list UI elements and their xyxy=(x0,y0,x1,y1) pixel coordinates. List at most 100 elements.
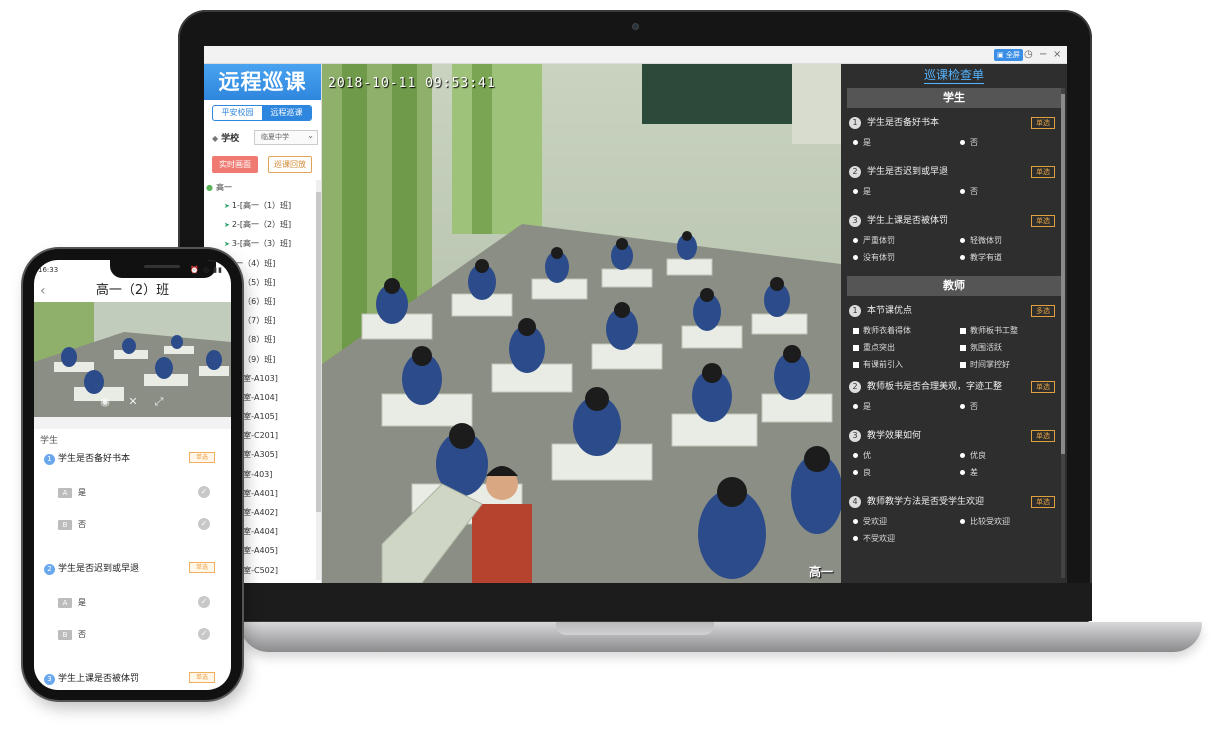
phone-divider xyxy=(34,417,231,429)
radio-icon[interactable] xyxy=(853,255,858,260)
option-radio[interactable]: 教学有道 xyxy=(960,249,1067,266)
option-checkbox[interactable]: 教师衣着得体 xyxy=(853,322,960,339)
tree-item[interactable]: ➤ 2-[高一（2）班] xyxy=(204,215,316,234)
clock-icon[interactable]: ◷ xyxy=(1024,48,1033,62)
tree-item[interactable]: ➤ 1-[高一（1）班] xyxy=(204,196,316,215)
fullscreen-icon[interactable]: ⤢ xyxy=(152,395,166,409)
radio-icon[interactable] xyxy=(960,255,965,260)
radio-icon[interactable] xyxy=(960,189,965,194)
option-radio[interactable]: 是 xyxy=(853,183,960,200)
radio-icon[interactable] xyxy=(960,470,965,475)
option-label: 严重体罚 xyxy=(863,236,895,245)
option-radio[interactable]: 轻微体罚 xyxy=(960,232,1067,249)
question-type-tag: 单选 xyxy=(1031,117,1055,129)
option-radio[interactable]: 比较受欢迎 xyxy=(960,513,1067,530)
phone-option[interactable]: A是 xyxy=(58,597,86,608)
tree-root-grade[interactable]: 高一 xyxy=(204,180,316,196)
option-label: 时间掌控好 xyxy=(970,360,1010,369)
phone-question: 1 学生是否备好书本 xyxy=(44,451,130,465)
checklist-question: 2 教师板书是否合理美观，字迹工整 单选是否 xyxy=(841,376,1067,425)
mute-icon[interactable]: ✕ xyxy=(126,395,140,409)
question-number: 3 xyxy=(849,215,861,227)
checkbox-icon[interactable] xyxy=(960,361,966,368)
radio-icon[interactable] xyxy=(960,140,965,145)
option-label: 不受欢迎 xyxy=(863,534,895,543)
option-checkbox[interactable]: 时间掌控好 xyxy=(960,356,1067,373)
check-circle-icon[interactable]: ✓ xyxy=(198,518,210,530)
window-titlebar: ▣ 全屏 ◷ − × xyxy=(204,46,1067,64)
phone-video-feed[interactable]: ◉ ✕ ⤢ xyxy=(34,302,231,417)
question-type-tag: 单选 xyxy=(1031,430,1055,442)
check-circle-icon[interactable]: ✓ xyxy=(198,628,210,640)
checkbox-icon[interactable] xyxy=(853,344,859,351)
option-radio[interactable]: 良 xyxy=(853,464,960,481)
option-radio[interactable]: 否 xyxy=(960,134,1067,151)
question-options: 受欢迎 比较受欢迎不受欢迎 xyxy=(849,513,1067,547)
option-label: 没有体罚 xyxy=(863,253,895,262)
option-checkbox[interactable]: 氛围活跃 xyxy=(960,339,1067,356)
radio-icon[interactable] xyxy=(853,404,858,409)
question-options: 优 优良良 差 xyxy=(849,447,1067,481)
question-type-tag: 单选 xyxy=(1031,496,1055,508)
radio-icon[interactable] xyxy=(960,519,965,524)
option-radio[interactable]: 否 xyxy=(960,398,1067,415)
question-number: 2 xyxy=(849,166,861,178)
check-circle-icon[interactable]: ✓ xyxy=(198,596,210,608)
radio-icon[interactable] xyxy=(853,238,858,243)
radio-icon[interactable] xyxy=(853,519,858,524)
live-view-button[interactable]: 实时画面 xyxy=(212,156,258,173)
option-radio[interactable]: 不受欢迎 xyxy=(853,530,960,547)
option-radio[interactable]: 是 xyxy=(853,398,960,415)
option-checkbox[interactable]: 教师板书工整 xyxy=(960,322,1067,339)
laptop-notch xyxy=(556,622,714,635)
tree-scrollbar[interactable] xyxy=(316,180,321,580)
check-circle-icon[interactable]: ✓ xyxy=(198,486,210,498)
option-radio[interactable]: 差 xyxy=(960,464,1067,481)
radio-icon[interactable] xyxy=(853,536,858,541)
school-label: 学校 xyxy=(212,131,239,144)
option-checkbox[interactable]: 重点突出 xyxy=(853,339,960,356)
phone-option[interactable]: A是 xyxy=(58,487,86,498)
radio-icon[interactable] xyxy=(853,189,858,194)
option-radio[interactable]: 是 xyxy=(853,134,960,151)
close-button[interactable]: × xyxy=(1053,48,1061,62)
phone-option[interactable]: B否 xyxy=(58,519,86,530)
fullscreen-badge[interactable]: ▣ 全屏 xyxy=(994,49,1023,61)
option-radio[interactable]: 优 xyxy=(853,447,960,464)
radio-icon[interactable] xyxy=(960,453,965,458)
option-radio[interactable]: 严重体罚 xyxy=(853,232,960,249)
radio-icon[interactable] xyxy=(853,470,858,475)
checklist-scrollbar[interactable] xyxy=(1061,88,1065,578)
radio-icon[interactable] xyxy=(853,453,858,458)
live-video-feed[interactable]: 2018-10-11 09:53:41 高一 xyxy=(322,64,841,583)
checkbox-icon[interactable] xyxy=(960,344,966,351)
radio-icon[interactable] xyxy=(960,404,965,409)
option-label: 是 xyxy=(863,138,871,147)
minimize-button[interactable]: − xyxy=(1039,48,1047,62)
phone-option[interactable]: B否 xyxy=(58,629,86,640)
option-label: 教学有道 xyxy=(970,253,1002,262)
segment-0[interactable]: 平安校园 xyxy=(213,106,262,120)
question-options: 严重体罚 轻微体罚没有体罚 教学有道 xyxy=(849,232,1067,266)
option-checkbox[interactable]: 有课前引入 xyxy=(853,356,960,373)
checkbox-icon[interactable] xyxy=(960,327,966,334)
option-radio[interactable]: 优良 xyxy=(960,447,1067,464)
phone-question-label: 学生是否迟到或早退 xyxy=(58,564,140,574)
camera-icon[interactable]: ◉ xyxy=(98,395,112,409)
phone-question-type-tag: 单选 xyxy=(189,562,215,573)
question-number: 1 xyxy=(849,305,861,317)
option-label: 优 xyxy=(863,451,871,460)
school-select[interactable]: 临夏中学 xyxy=(254,129,318,145)
option-radio[interactable]: 没有体罚 xyxy=(853,249,960,266)
replay-button[interactable]: 巡课回放 xyxy=(268,156,312,173)
radio-icon[interactable] xyxy=(960,238,965,243)
tree-item[interactable]: ➤ 3-[高一（3）班] xyxy=(204,234,316,253)
checkbox-icon[interactable] xyxy=(853,361,859,368)
checkbox-icon[interactable] xyxy=(853,327,859,334)
checklist-question: 3 教学效果如何 单选优 优良良 差 xyxy=(841,425,1067,491)
option-radio[interactable]: 否 xyxy=(960,183,1067,200)
radio-icon[interactable] xyxy=(853,140,858,145)
segment-1[interactable]: 远程巡课 xyxy=(262,106,311,120)
school-row: 学校 临夏中学 xyxy=(212,129,318,146)
option-radio[interactable]: 受欢迎 xyxy=(853,513,960,530)
